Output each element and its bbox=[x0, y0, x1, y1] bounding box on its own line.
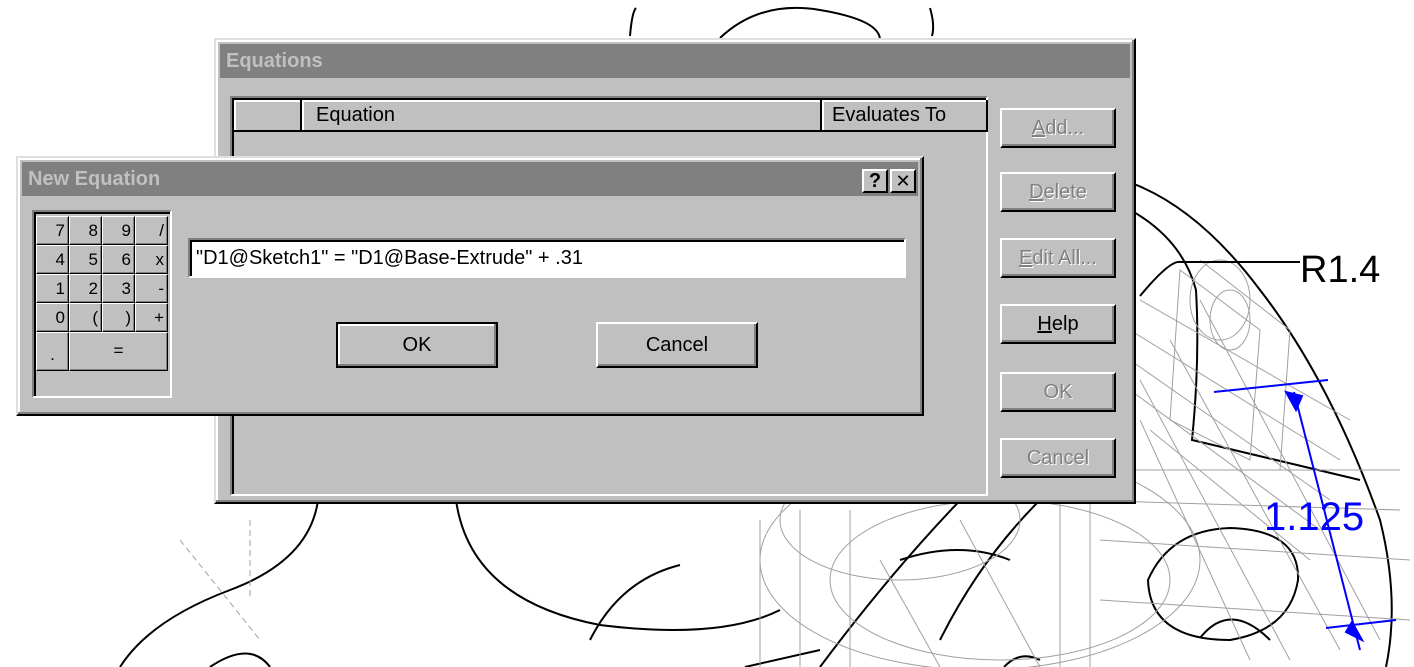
delete-button-mnemonic: D bbox=[1029, 180, 1044, 203]
column-header-equation[interactable]: Equation bbox=[302, 100, 822, 132]
delete-button-label: elete bbox=[1043, 180, 1087, 203]
help-question-icon[interactable]: ? bbox=[862, 169, 888, 193]
column-header-index[interactable] bbox=[234, 100, 302, 132]
add-button[interactable]: Add... bbox=[1000, 108, 1116, 148]
key-8[interactable]: 8 bbox=[69, 216, 102, 245]
help-button[interactable]: Help bbox=[1000, 304, 1116, 344]
radius-label: R1.4 bbox=[1300, 249, 1380, 291]
help-button-mnemonic: H bbox=[1037, 312, 1052, 335]
equations-list-header: Equation Evaluates To bbox=[234, 100, 988, 132]
key-divide[interactable]: / bbox=[135, 216, 168, 245]
new-equation-ok-button[interactable]: OK bbox=[336, 322, 498, 368]
key-open-paren[interactable]: ( bbox=[69, 303, 102, 332]
key-1[interactable]: 1 bbox=[36, 274, 69, 303]
equations-title: Equations bbox=[220, 44, 1130, 78]
key-3[interactable]: 3 bbox=[102, 274, 135, 303]
key-4[interactable]: 4 bbox=[36, 245, 69, 274]
key-equals[interactable]: = bbox=[69, 332, 168, 371]
equations-cancel-button[interactable]: Cancel bbox=[1000, 438, 1116, 478]
key-0[interactable]: 0 bbox=[36, 303, 69, 332]
edit-all-button[interactable]: Edit All... bbox=[1000, 238, 1116, 278]
delete-button[interactable]: Delete bbox=[1000, 172, 1116, 212]
equation-input[interactable] bbox=[188, 238, 906, 278]
dimension-value-label: 1.125 bbox=[1264, 495, 1364, 539]
equations-ok-button[interactable]: OK bbox=[1000, 372, 1116, 412]
key-6[interactable]: 6 bbox=[102, 245, 135, 274]
dimension-labels: R1.4 1.125 bbox=[1264, 249, 1380, 539]
key-2[interactable]: 2 bbox=[69, 274, 102, 303]
key-7[interactable]: 7 bbox=[36, 216, 69, 245]
key-plus[interactable]: + bbox=[135, 303, 168, 332]
key-9[interactable]: 9 bbox=[102, 216, 135, 245]
close-icon[interactable]: ✕ bbox=[890, 169, 916, 193]
add-button-mnemonic: A bbox=[1031, 116, 1046, 139]
key-close-paren[interactable]: ) bbox=[102, 303, 135, 332]
key-decimal[interactable]: . bbox=[36, 332, 69, 371]
calculator-keypad: 7 8 9/ 4 5 6 x 1 2 3- 0() +. = bbox=[32, 210, 172, 398]
column-header-evaluates-to[interactable]: Evaluates To bbox=[822, 100, 988, 132]
edit-all-button-label: dit All... bbox=[1032, 246, 1097, 269]
edit-all-button-mnemonic: E bbox=[1019, 246, 1033, 269]
key-multiply[interactable]: x bbox=[135, 245, 168, 274]
new-equation-dialog: New Equation ? ✕ 789/ 456x 123- 0()+.= OK C… bbox=[16, 156, 924, 416]
new-equation-cancel-button[interactable]: Cancel bbox=[596, 322, 758, 368]
add-button-label: dd... bbox=[1045, 116, 1085, 139]
key-minus[interactable]: - bbox=[135, 274, 168, 303]
help-button-label: elp bbox=[1051, 312, 1079, 335]
new-equation-title: New Equation ? ✕ bbox=[22, 162, 918, 196]
key-5[interactable]: 5 bbox=[69, 245, 102, 274]
new-equation-title-text: New Equation bbox=[28, 168, 161, 190]
